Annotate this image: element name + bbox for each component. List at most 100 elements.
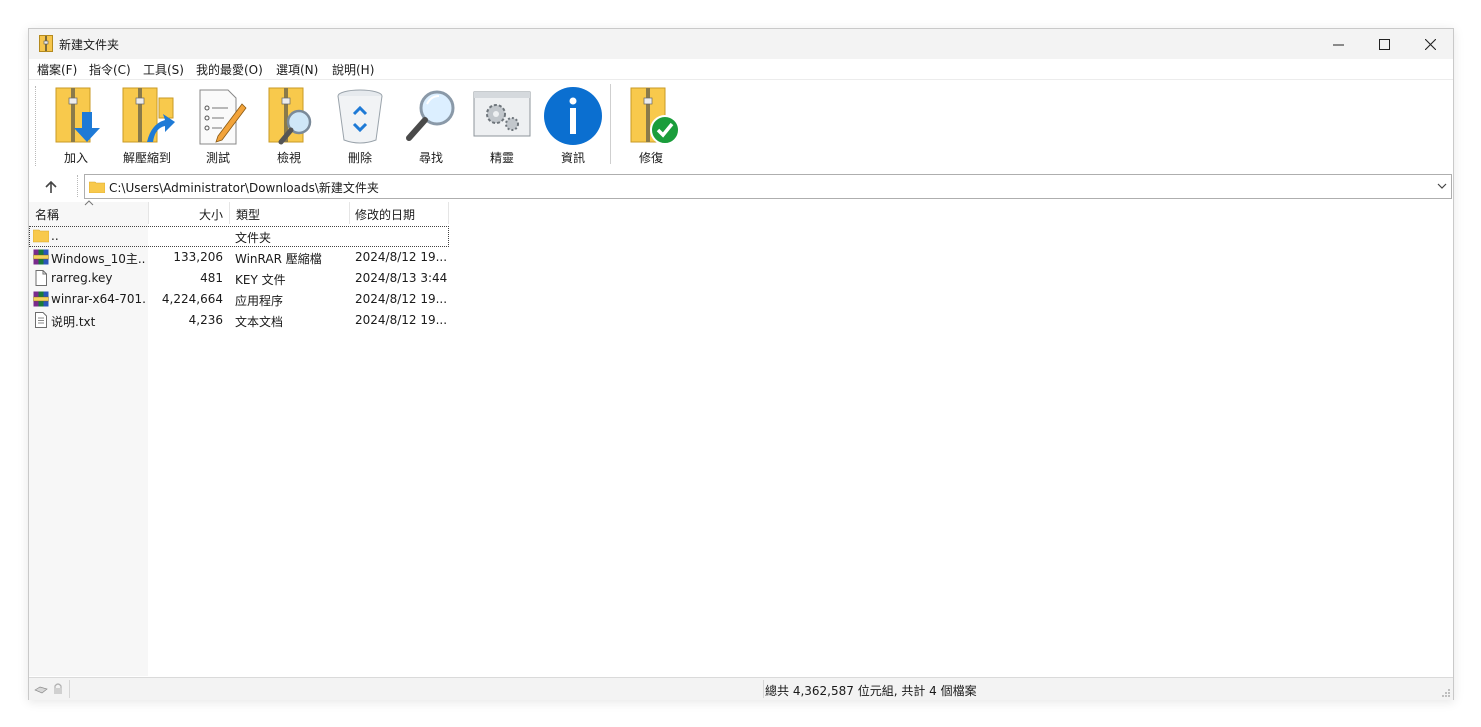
find-icon bbox=[406, 90, 455, 141]
file-modified: 2024/8/12 19... bbox=[355, 313, 447, 327]
repair-label: 修復 bbox=[638, 151, 663, 165]
wizard-icon bbox=[473, 91, 531, 137]
info-icon bbox=[544, 87, 602, 145]
resize-grip-icon[interactable] bbox=[1441, 688, 1451, 698]
winrar-window: 新建文件夹 檔案(F) 指令(C) 工具(S) 我的最愛(O) 選項(N) 說明… bbox=[28, 28, 1454, 700]
delete-label: 刪除 bbox=[347, 151, 372, 165]
file-name: 说明.txt bbox=[51, 315, 96, 329]
file-type: 文件夹 bbox=[235, 231, 272, 245]
add-button[interactable]: 加入 bbox=[44, 86, 108, 168]
rar-archive-icon bbox=[33, 249, 49, 265]
info-button[interactable]: 資訊 bbox=[541, 86, 605, 168]
status-bar: 總共 4,362,587 位元組, 共計 4 個檔案 bbox=[29, 677, 1453, 700]
test-archive-icon bbox=[199, 89, 247, 145]
wizard-button[interactable]: 精靈 bbox=[470, 86, 534, 168]
minimize-button[interactable] bbox=[1315, 29, 1361, 59]
file-modified: 2024/8/12 19... bbox=[355, 292, 447, 306]
menu-options[interactable]: 選項(N) bbox=[274, 61, 320, 78]
column-header-modified[interactable]: 修改的日期 bbox=[350, 202, 449, 224]
up-one-level-button[interactable] bbox=[39, 176, 63, 198]
extract-to-button[interactable]: 解壓縮到 bbox=[115, 86, 179, 168]
text-file-icon bbox=[35, 312, 47, 328]
list-item[interactable]: winrar-x64-701... 4,224,664 应用程序 2024/8/… bbox=[29, 289, 449, 310]
list-item[interactable]: 说明.txt 4,236 文本文档 2024/8/12 19... bbox=[29, 310, 449, 331]
repair-icon bbox=[630, 87, 680, 145]
file-size: 4,236 bbox=[188, 313, 223, 327]
find-button[interactable]: 尋找 bbox=[399, 86, 463, 168]
arrow-up-icon bbox=[45, 180, 57, 193]
winrar-exe-icon bbox=[33, 291, 49, 307]
file-name: Windows_10主... bbox=[51, 252, 146, 266]
file-name: .. bbox=[51, 229, 59, 243]
find-label: 尋找 bbox=[418, 151, 443, 165]
view-icon bbox=[268, 87, 312, 145]
menu-file[interactable]: 檔案(F) bbox=[35, 61, 79, 78]
extract-to-label: 解壓縮到 bbox=[122, 151, 171, 165]
view-button[interactable]: 檢視 bbox=[257, 86, 321, 168]
chevron-down-icon[interactable] bbox=[1437, 182, 1447, 190]
close-icon bbox=[1424, 38, 1436, 50]
status-summary: 總共 4,362,587 位元組, 共計 4 個檔案 bbox=[765, 684, 977, 698]
test-button[interactable]: 測試 bbox=[186, 86, 250, 168]
minimize-icon bbox=[1332, 44, 1344, 45]
address-grip bbox=[77, 175, 78, 197]
extract-to-icon bbox=[122, 87, 175, 143]
column-type-label: 類型 bbox=[236, 208, 261, 222]
menu-tools[interactable]: 工具(S) bbox=[141, 61, 186, 78]
title-bar[interactable]: 新建文件夹 bbox=[29, 29, 1453, 59]
delete-button[interactable]: 刪除 bbox=[328, 86, 392, 168]
address-row: C:\Users\Administrator\Downloads\新建文件夹 bbox=[29, 171, 1453, 201]
sort-ascending-icon bbox=[84, 200, 94, 206]
column-modified-label: 修改的日期 bbox=[355, 208, 416, 222]
file-type: 应用程序 bbox=[235, 294, 284, 308]
lock-icon bbox=[54, 683, 62, 694]
address-path: C:\Users\Administrator\Downloads\新建文件夹 bbox=[109, 181, 379, 195]
menu-favorites[interactable]: 我的最愛(O) bbox=[194, 61, 265, 78]
column-name-label: 名稱 bbox=[35, 208, 60, 222]
status-selection bbox=[69, 680, 764, 698]
list-item-parent[interactable]: .. 文件夹 bbox=[29, 226, 449, 247]
column-header-size[interactable]: 大小 bbox=[149, 202, 230, 224]
toolbar: 加入 解壓縮到 測試 檢視 刪除 尋找 精靈 資訊 修復 bbox=[29, 80, 1453, 171]
add-label: 加入 bbox=[63, 151, 88, 165]
maximize-icon bbox=[1378, 38, 1390, 50]
repair-button[interactable]: 修復 bbox=[619, 86, 683, 168]
column-size-label: 大小 bbox=[198, 208, 223, 222]
file-size: 481 bbox=[200, 271, 223, 285]
view-label: 檢視 bbox=[276, 151, 301, 165]
menu-bar: 檔案(F) 指令(C) 工具(S) 我的最愛(O) 選項(N) 說明(H) bbox=[29, 59, 1453, 80]
toolbar-grip[interactable] bbox=[35, 86, 38, 166]
folder-icon bbox=[89, 181, 105, 193]
file-name: winrar-x64-701... bbox=[51, 292, 146, 306]
drive-icon bbox=[34, 686, 48, 694]
blank-file-icon bbox=[35, 270, 47, 286]
add-archive-icon bbox=[55, 87, 100, 143]
close-button[interactable] bbox=[1407, 29, 1453, 59]
file-size: 4,224,664 bbox=[161, 292, 223, 306]
folder-icon bbox=[33, 229, 49, 243]
recycle-bin-icon bbox=[337, 89, 383, 144]
toolbar-separator bbox=[610, 84, 611, 164]
menu-help[interactable]: 說明(H) bbox=[330, 61, 376, 78]
file-list[interactable]: 名稱 大小 類型 修改的日期 .. 文件夹 Windows_10主... 133… bbox=[29, 200, 1453, 676]
file-type: KEY 文件 bbox=[235, 273, 286, 287]
winrar-archive-icon bbox=[39, 35, 53, 52]
list-item[interactable]: Windows_10主... 133,206 WinRAR 壓縮檔 2024/8… bbox=[29, 247, 449, 268]
file-type: 文本文档 bbox=[235, 315, 284, 329]
list-item[interactable]: rarreg.key 481 KEY 文件 2024/8/13 3:44 bbox=[29, 268, 449, 289]
test-label: 測試 bbox=[205, 151, 230, 165]
info-label: 資訊 bbox=[560, 151, 585, 165]
column-header-type[interactable]: 類型 bbox=[230, 202, 350, 224]
file-modified: 2024/8/12 19... bbox=[355, 250, 447, 264]
file-size: 133,206 bbox=[173, 250, 223, 264]
file-type: WinRAR 壓縮檔 bbox=[235, 252, 322, 266]
wizard-label: 精靈 bbox=[489, 151, 514, 165]
status-icons bbox=[31, 680, 70, 698]
column-header-name[interactable]: 名稱 bbox=[29, 200, 149, 224]
maximize-button[interactable] bbox=[1361, 29, 1407, 59]
address-bar[interactable]: C:\Users\Administrator\Downloads\新建文件夹 bbox=[84, 174, 1452, 199]
file-modified: 2024/8/13 3:44 bbox=[355, 271, 447, 285]
window-title: 新建文件夹 bbox=[59, 38, 120, 52]
menu-commands[interactable]: 指令(C) bbox=[87, 61, 133, 78]
file-name: rarreg.key bbox=[51, 271, 113, 285]
